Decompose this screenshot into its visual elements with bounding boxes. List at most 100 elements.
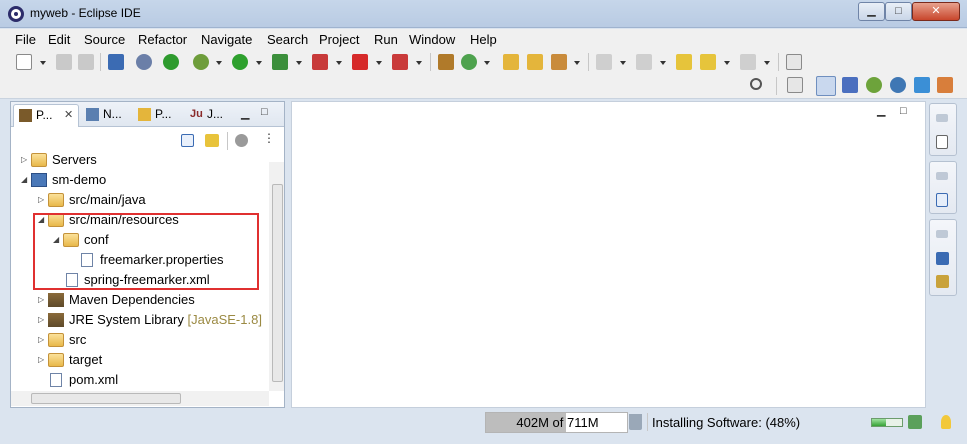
debug-perspective-icon[interactable]	[866, 77, 882, 93]
chevron-down-icon[interactable]	[620, 61, 626, 65]
lightbulb-icon[interactable]	[941, 415, 951, 429]
tree-item-servers[interactable]: ▷ Servers	[11, 150, 266, 170]
restore-icon[interactable]	[936, 114, 948, 122]
menu-file[interactable]: File	[15, 32, 36, 47]
open-type-icon[interactable]	[503, 54, 519, 70]
chevron-down-icon[interactable]	[296, 61, 302, 65]
tab-package-explorer[interactable]: P... ✕	[13, 104, 79, 127]
menu-edit[interactable]: Edit	[48, 32, 70, 47]
vertical-scrollbar[interactable]	[269, 162, 284, 391]
console-icon[interactable]	[108, 54, 124, 70]
progress-view-icon[interactable]	[908, 415, 922, 429]
menu-refactor[interactable]: Refactor	[138, 32, 187, 47]
run-icon[interactable]	[232, 54, 248, 70]
python-perspective-icon[interactable]	[890, 77, 906, 93]
java-ee-perspective-icon[interactable]	[816, 76, 836, 96]
scrollbar-thumb[interactable]	[272, 184, 283, 382]
trash-icon[interactable]	[629, 414, 642, 430]
tree-item-sm-demo[interactable]: ◢ sm-demo	[11, 170, 266, 190]
outline-icon[interactable]	[936, 193, 948, 207]
minimize-editor-icon[interactable]: ▁	[877, 104, 885, 117]
menu-source[interactable]: Source	[84, 32, 125, 47]
expand-icon[interactable]: ▷	[21, 150, 27, 170]
expand-icon[interactable]: ▷	[38, 330, 44, 350]
chevron-down-icon[interactable]	[216, 61, 222, 65]
tree-item-src-main-java[interactable]: ▷ src/main/java	[11, 190, 266, 210]
restore-icon[interactable]	[936, 172, 948, 180]
maximize-editor-icon[interactable]: □	[900, 105, 907, 117]
java-perspective-icon[interactable]	[914, 77, 930, 93]
run-last-icon[interactable]	[392, 54, 408, 70]
tree-item-maven-dependencies[interactable]: ▷ Maven Dependencies	[11, 290, 266, 310]
open-task-icon[interactable]	[527, 54, 543, 70]
expand-icon[interactable]: ▷	[38, 190, 44, 210]
view-menu-icon[interactable]: ⋮	[263, 131, 275, 145]
expand-icon[interactable]: ▷	[38, 310, 44, 330]
git-perspective-icon[interactable]	[937, 77, 953, 93]
new-java-package-icon[interactable]	[438, 54, 454, 70]
chevron-down-icon[interactable]	[376, 61, 382, 65]
search-icon[interactable]	[750, 78, 762, 90]
close-icon[interactable]: ✕	[64, 105, 73, 126]
tab-navigator[interactable]: N...	[81, 104, 131, 127]
new-class-icon[interactable]	[461, 54, 477, 70]
forward-icon[interactable]	[740, 54, 756, 70]
open-perspective-icon[interactable]	[787, 77, 803, 93]
pin-editor-icon[interactable]	[786, 54, 802, 70]
menu-navigate[interactable]: Navigate	[201, 32, 252, 47]
task-list-icon[interactable]	[936, 135, 948, 149]
link-with-editor-icon[interactable]	[205, 134, 219, 147]
maximize-button[interactable]: □	[885, 2, 912, 21]
chevron-down-icon[interactable]	[764, 61, 770, 65]
expand-icon[interactable]: ▷	[38, 350, 44, 370]
tab-project-explorer[interactable]: P...	[133, 104, 183, 127]
menu-search[interactable]: Search	[267, 32, 308, 47]
search-tool-icon[interactable]	[551, 54, 567, 70]
chevron-down-icon[interactable]	[416, 61, 422, 65]
chevron-down-icon[interactable]	[336, 61, 342, 65]
chevron-down-icon[interactable]	[574, 61, 580, 65]
chevron-down-icon[interactable]	[40, 61, 46, 65]
tree-item-pom-xml[interactable]: pom.xml	[11, 370, 266, 390]
chevron-down-icon[interactable]	[660, 61, 666, 65]
heap-status[interactable]: 402M of 711M	[485, 412, 628, 433]
new-icon[interactable]	[16, 54, 32, 70]
collapse-icon[interactable]: ◢	[21, 170, 27, 190]
terminate-icon[interactable]	[352, 54, 368, 70]
save-all-icon[interactable]	[78, 54, 94, 70]
last-edit-location-icon[interactable]	[676, 54, 692, 70]
back-icon[interactable]	[700, 54, 716, 70]
focus-on-task-icon[interactable]	[235, 134, 248, 147]
menu-run[interactable]: Run	[374, 32, 398, 47]
tree-item-jre-system-library[interactable]: ▷ JRE System Library [JavaSE-1.8]	[11, 310, 266, 330]
next-annotation-icon[interactable]	[596, 54, 612, 70]
close-button[interactable]: ✕	[912, 2, 960, 21]
svn-perspective-icon[interactable]	[842, 77, 858, 93]
maximize-view-icon[interactable]: □	[261, 106, 268, 118]
console-view-icon[interactable]	[936, 252, 949, 265]
previous-annotation-icon[interactable]	[636, 54, 652, 70]
servers-view-icon[interactable]	[936, 275, 949, 288]
expand-icon[interactable]: ▷	[38, 290, 44, 310]
chevron-down-icon[interactable]	[256, 61, 262, 65]
minimize-view-icon[interactable]: ▁	[241, 107, 249, 120]
coverage-icon[interactable]	[272, 54, 288, 70]
menu-help[interactable]: Help	[470, 32, 497, 47]
external-tools-icon[interactable]	[312, 54, 328, 70]
tree-item-src[interactable]: ▷ src	[11, 330, 266, 350]
debug-icon[interactable]	[193, 54, 209, 70]
chevron-down-icon[interactable]	[724, 61, 730, 65]
menu-window[interactable]: Window	[409, 32, 455, 47]
collapse-all-icon[interactable]	[181, 134, 194, 147]
skip-breakpoints-icon[interactable]	[136, 54, 152, 70]
save-icon[interactable]	[56, 54, 72, 70]
server-start-icon[interactable]	[163, 54, 179, 70]
horizontal-scrollbar[interactable]	[11, 391, 269, 406]
progress-bar[interactable]	[871, 418, 903, 427]
restore-icon[interactable]	[936, 230, 948, 238]
scrollbar-thumb[interactable]	[31, 393, 181, 404]
chevron-down-icon[interactable]	[484, 61, 490, 65]
tree-item-target[interactable]: ▷ target	[11, 350, 266, 370]
tab-junit[interactable]: Ju J...	[185, 104, 235, 127]
minimize-button[interactable]: ▁	[858, 2, 885, 21]
